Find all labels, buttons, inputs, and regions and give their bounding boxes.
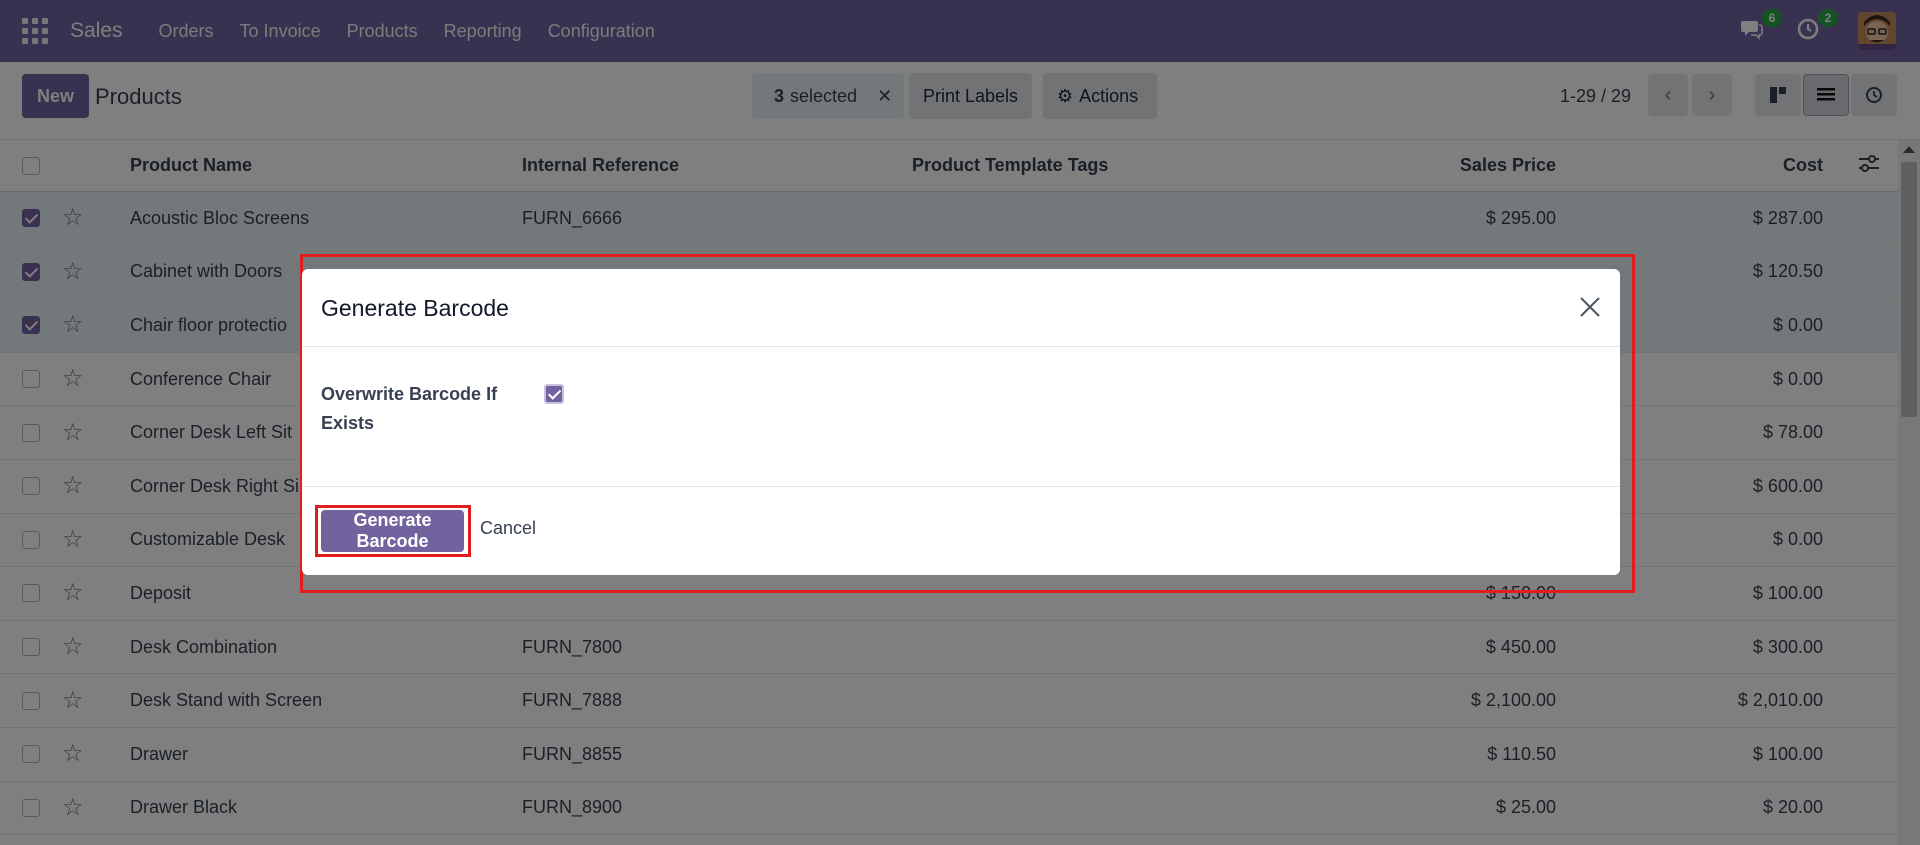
overwrite-barcode-label: Overwrite Barcode If Exists	[321, 384, 498, 433]
dialog-body: Overwrite Barcode If Exists	[302, 347, 1620, 487]
dialog-title: Generate Barcode	[321, 295, 509, 321]
generate-barcode-button[interactable]: Generate Barcode	[321, 510, 464, 552]
cancel-button[interactable]: Cancel	[480, 518, 536, 539]
dialog-footer: Generate Barcode Cancel	[302, 487, 1620, 575]
generate-barcode-dialog: Generate Barcode Overwrite Barcode If Ex…	[302, 269, 1620, 575]
dialog-header: Generate Barcode	[302, 269, 1620, 347]
close-icon[interactable]	[1578, 295, 1602, 319]
overwrite-barcode-checkbox[interactable]	[544, 384, 564, 404]
